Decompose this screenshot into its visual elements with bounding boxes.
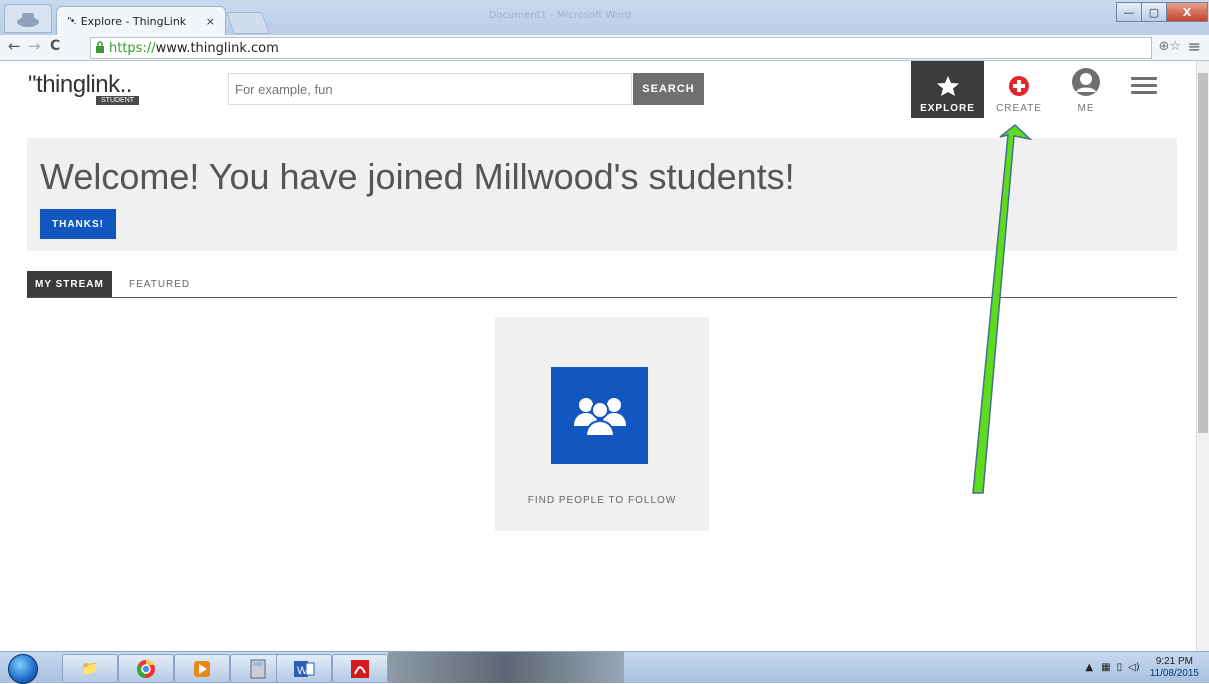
thinglink-page: "thinglink.. STUDENT SEARCH EXPLORE CREA… [0,61,1197,651]
new-tab-button[interactable] [225,12,271,34]
start-button[interactable] [8,654,38,684]
clock[interactable]: 9:21 PM 11/08/2015 [1150,656,1199,680]
page-scrollbar[interactable] [1196,61,1209,651]
chrome-icon[interactable] [118,654,174,683]
thinglink-favicon-icon: "•. [67,16,77,27]
profile-icon[interactable] [4,4,52,33]
url-host: www.thinglink.com [155,40,279,56]
tray-expand-icon[interactable]: ▲ [1085,662,1093,673]
restore-button[interactable]: ▢ [1141,2,1167,22]
word-icon[interactable]: W [276,654,332,683]
zoom-star-icons[interactable]: ⊕☆ [1158,39,1181,54]
minimize-button[interactable]: — [1116,2,1142,22]
annotation-arrow [972,124,1033,494]
media-player-icon[interactable] [174,654,230,683]
reload-icon[interactable]: C [50,38,60,54]
browser-chrome: "•. Explore - ThingLink × Document1 - Mi… [0,0,1209,61]
chrome-menu-icon[interactable]: ≡ [1188,37,1201,56]
network-icon[interactable]: ▦ [1101,662,1110,673]
browser-tab[interactable]: "•. Explore - ThingLink × [56,6,226,36]
battery-icon[interactable]: ▯ [1117,662,1123,673]
tab-title: Explore - ThingLink [80,15,187,28]
url-scheme: https:// [109,40,156,56]
volume-icon[interactable]: ◁) [1128,662,1140,673]
close-window-button[interactable]: X [1166,2,1208,22]
windows-taskbar: 📁 W ▲ ▦ ▯ ◁) 9:21 PM 11/08/2015 [0,651,1209,684]
lock-icon [95,40,105,56]
address-bar[interactable]: https://www.thinglink.com [90,37,1152,59]
system-tray: ▲ ▦ ▯ ◁) 9:21 PM 11/08/2015 [1085,654,1199,681]
forward-icon[interactable]: → [28,37,41,55]
clock-time: 9:21 PM [1155,655,1193,667]
explorer-icon[interactable]: 📁 [62,654,118,683]
taskbar-window-preview[interactable] [388,652,624,683]
tab-close-icon[interactable]: × [206,15,215,28]
back-icon[interactable]: ← [8,37,21,55]
scrollbar-thumb[interactable] [1198,73,1208,433]
acrobat-icon[interactable] [332,654,388,683]
clock-date: 11/08/2015 [1149,667,1199,679]
tab-bar: "•. Explore - ThingLink × Document1 - Mi… [0,0,1209,36]
background-window-title: Document1 - Microsoft Word [488,10,632,21]
